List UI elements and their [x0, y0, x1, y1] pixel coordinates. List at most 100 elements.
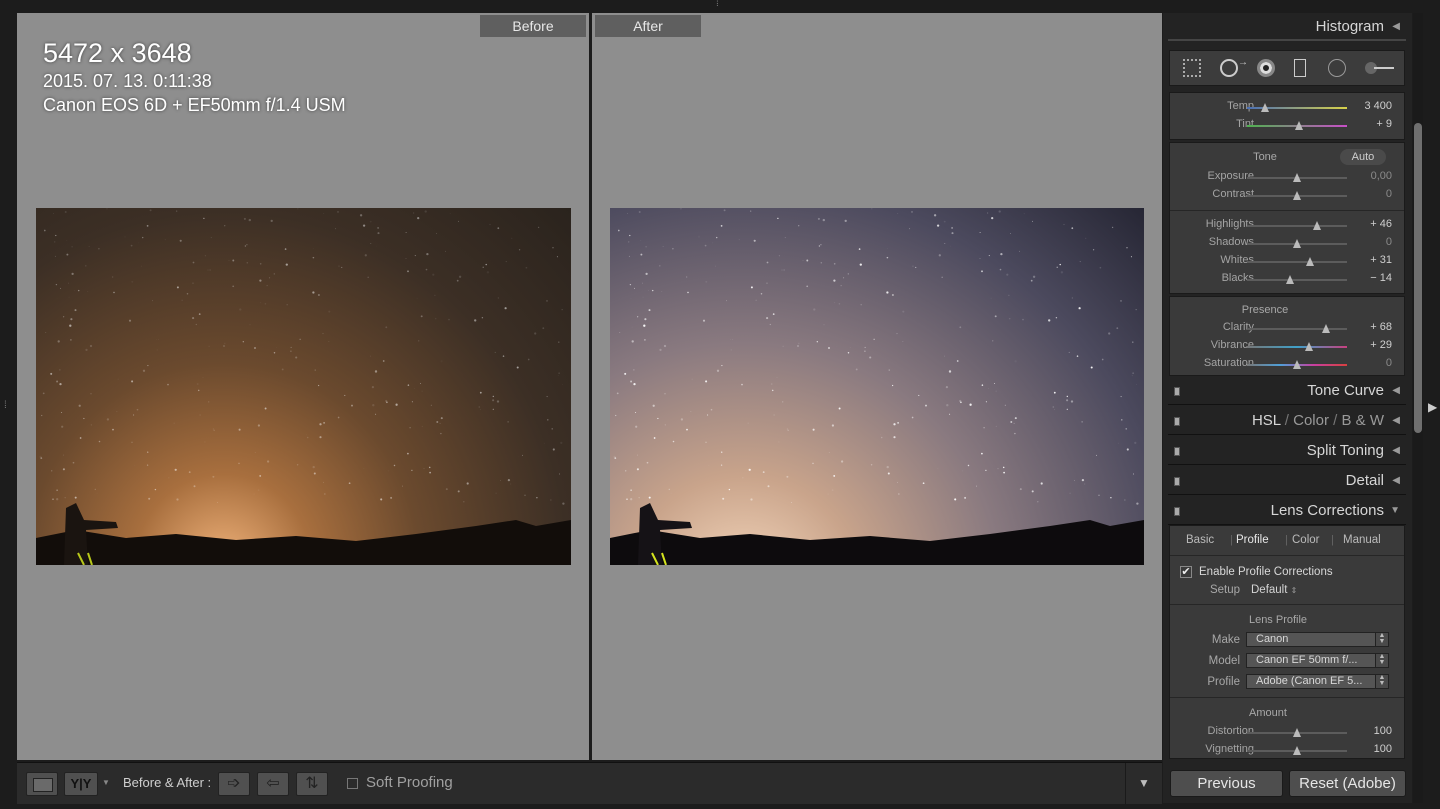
star [130, 244, 133, 247]
star [275, 347, 277, 348]
star [536, 497, 538, 499]
whites-slider[interactable] [1247, 257, 1347, 266]
saturation-thumb[interactable] [1293, 360, 1301, 369]
exposure-slider[interactable] [1247, 173, 1347, 182]
star [407, 270, 409, 273]
clarity-value[interactable]: + 68 [1370, 321, 1392, 333]
temp-value[interactable]: 3 400 [1364, 100, 1392, 112]
toolbar-options-icon[interactable]: ▼ [1125, 763, 1162, 804]
blacks-thumb[interactable] [1286, 275, 1294, 284]
hsl-switch[interactable] [1174, 417, 1180, 426]
setup-dropdown[interactable]: Default ⇕ [1251, 584, 1297, 596]
clarity-thumb[interactable] [1322, 324, 1330, 333]
vibrance-thumb[interactable] [1305, 342, 1313, 351]
star [933, 214, 937, 217]
lens-tab-basic[interactable]: Basic [1186, 534, 1214, 546]
whites-thumb[interactable] [1306, 257, 1314, 266]
enable-profile-checkbox[interactable]: ✔ [1180, 566, 1192, 578]
panel-scrollbar[interactable] [1413, 13, 1423, 803]
tone-curve-header[interactable]: Tone Curve ◀ [1168, 377, 1406, 405]
exposure-value[interactable]: 0,00 [1371, 170, 1392, 182]
star [741, 383, 743, 386]
before-after-mode-button[interactable]: Y|Y [64, 772, 98, 796]
tint-thumb[interactable] [1295, 121, 1303, 130]
star [668, 488, 670, 491]
vignetting-slider[interactable] [1247, 746, 1347, 755]
previous-button[interactable]: Previous [1170, 770, 1283, 797]
copy-before-to-after-button[interactable]: ➩ [218, 772, 250, 796]
star [833, 301, 836, 304]
clarity-slider[interactable] [1247, 324, 1347, 333]
saturation-slider[interactable] [1247, 360, 1347, 369]
copy-after-to-before-button[interactable]: ⇦ [257, 772, 289, 796]
shadows-value[interactable]: 0 [1386, 236, 1392, 248]
whites-value[interactable]: + 31 [1370, 254, 1392, 266]
blacks-slider[interactable] [1247, 275, 1347, 284]
crop-tool-icon[interactable] [1183, 59, 1201, 77]
lens-tab-color[interactable]: Color [1292, 534, 1319, 546]
right-panel-toggle-icon[interactable]: ▶ [1428, 400, 1437, 414]
star [1081, 421, 1083, 423]
adjustment-brush-icon[interactable] [1362, 59, 1396, 77]
radial-filter-icon[interactable] [1328, 59, 1346, 77]
contrast-value[interactable]: 0 [1386, 188, 1392, 200]
blacks-value[interactable]: − 14 [1370, 272, 1392, 284]
lens-corrections-switch[interactable] [1174, 507, 1180, 516]
before-photo[interactable] [36, 208, 571, 565]
make-dropdown[interactable]: Canon ▲ ▼ [1246, 632, 1389, 647]
hsl-header[interactable]: HSL / Color / B & W ◀ [1168, 407, 1406, 435]
star [732, 339, 733, 340]
shadows-slider[interactable] [1247, 239, 1347, 248]
shadows-thumb[interactable] [1293, 239, 1301, 248]
contrast-thumb[interactable] [1293, 191, 1301, 200]
tone-curve-switch[interactable] [1174, 387, 1180, 396]
highlights-slider[interactable] [1247, 221, 1347, 230]
detail-header[interactable]: Detail ◀ [1168, 467, 1406, 495]
temp-thumb[interactable] [1261, 103, 1269, 112]
distortion-thumb[interactable] [1293, 728, 1301, 737]
vignetting-value[interactable]: 100 [1374, 743, 1392, 755]
soft-proofing-checkbox[interactable] [347, 778, 358, 789]
split-toning-switch[interactable] [1174, 447, 1180, 456]
temp-slider[interactable] [1247, 103, 1347, 112]
contrast-slider[interactable] [1247, 191, 1347, 200]
tint-slider[interactable] [1247, 121, 1347, 130]
color-tab[interactable]: Color [1293, 412, 1329, 429]
star [351, 404, 353, 407]
spot-removal-icon[interactable] [1220, 57, 1248, 77]
vignetting-thumb[interactable] [1293, 746, 1301, 755]
scrollbar-thumb[interactable] [1414, 123, 1422, 433]
loupe-view-button[interactable] [26, 772, 58, 796]
bw-tab[interactable]: B & W [1341, 412, 1384, 429]
split-toning-header[interactable]: Split Toning ◀ [1168, 437, 1406, 465]
exposure-thumb[interactable] [1293, 173, 1301, 182]
saturation-value[interactable]: 0 [1386, 357, 1392, 369]
star [642, 296, 644, 298]
lens-tab-profile[interactable]: Profile [1236, 534, 1269, 546]
highlights-value[interactable]: + 46 [1370, 218, 1392, 230]
swap-before-after-button[interactable]: ⇅ [296, 772, 328, 796]
left-panel-toggle-icon[interactable]: ⁞ [4, 400, 7, 411]
lens-corrections-header[interactable]: Lens Corrections ▼ [1168, 497, 1406, 525]
hsl-tab[interactable]: HSL [1252, 412, 1281, 429]
histogram-header[interactable]: Histogram ◀ [1168, 13, 1406, 41]
distortion-slider[interactable] [1247, 728, 1347, 737]
highlights-thumb[interactable] [1313, 221, 1321, 230]
star [1125, 428, 1127, 430]
model-dropdown[interactable]: Canon EF 50mm f/... ▲ ▼ [1246, 653, 1389, 668]
profile-dropdown[interactable]: Adobe (Canon EF 5... ▲ ▼ [1246, 674, 1389, 689]
reset-button[interactable]: Reset (Adobe) [1289, 770, 1406, 797]
top-panel-toggle-icon[interactable]: ⁞ [716, 0, 719, 9]
vibrance-value[interactable]: + 29 [1370, 339, 1392, 351]
vibrance-slider[interactable] [1247, 342, 1347, 351]
star [964, 496, 967, 499]
after-photo[interactable] [610, 208, 1144, 565]
auto-tone-button[interactable]: Auto [1340, 149, 1386, 165]
detail-switch[interactable] [1174, 477, 1180, 486]
graduated-filter-icon[interactable] [1294, 59, 1306, 77]
lens-tab-manual[interactable]: Manual [1343, 534, 1381, 546]
tint-value[interactable]: + 9 [1376, 118, 1392, 130]
red-eye-icon[interactable] [1257, 59, 1275, 77]
distortion-value[interactable]: 100 [1374, 725, 1392, 737]
mode-dropdown-icon[interactable]: ▼ [102, 778, 110, 787]
